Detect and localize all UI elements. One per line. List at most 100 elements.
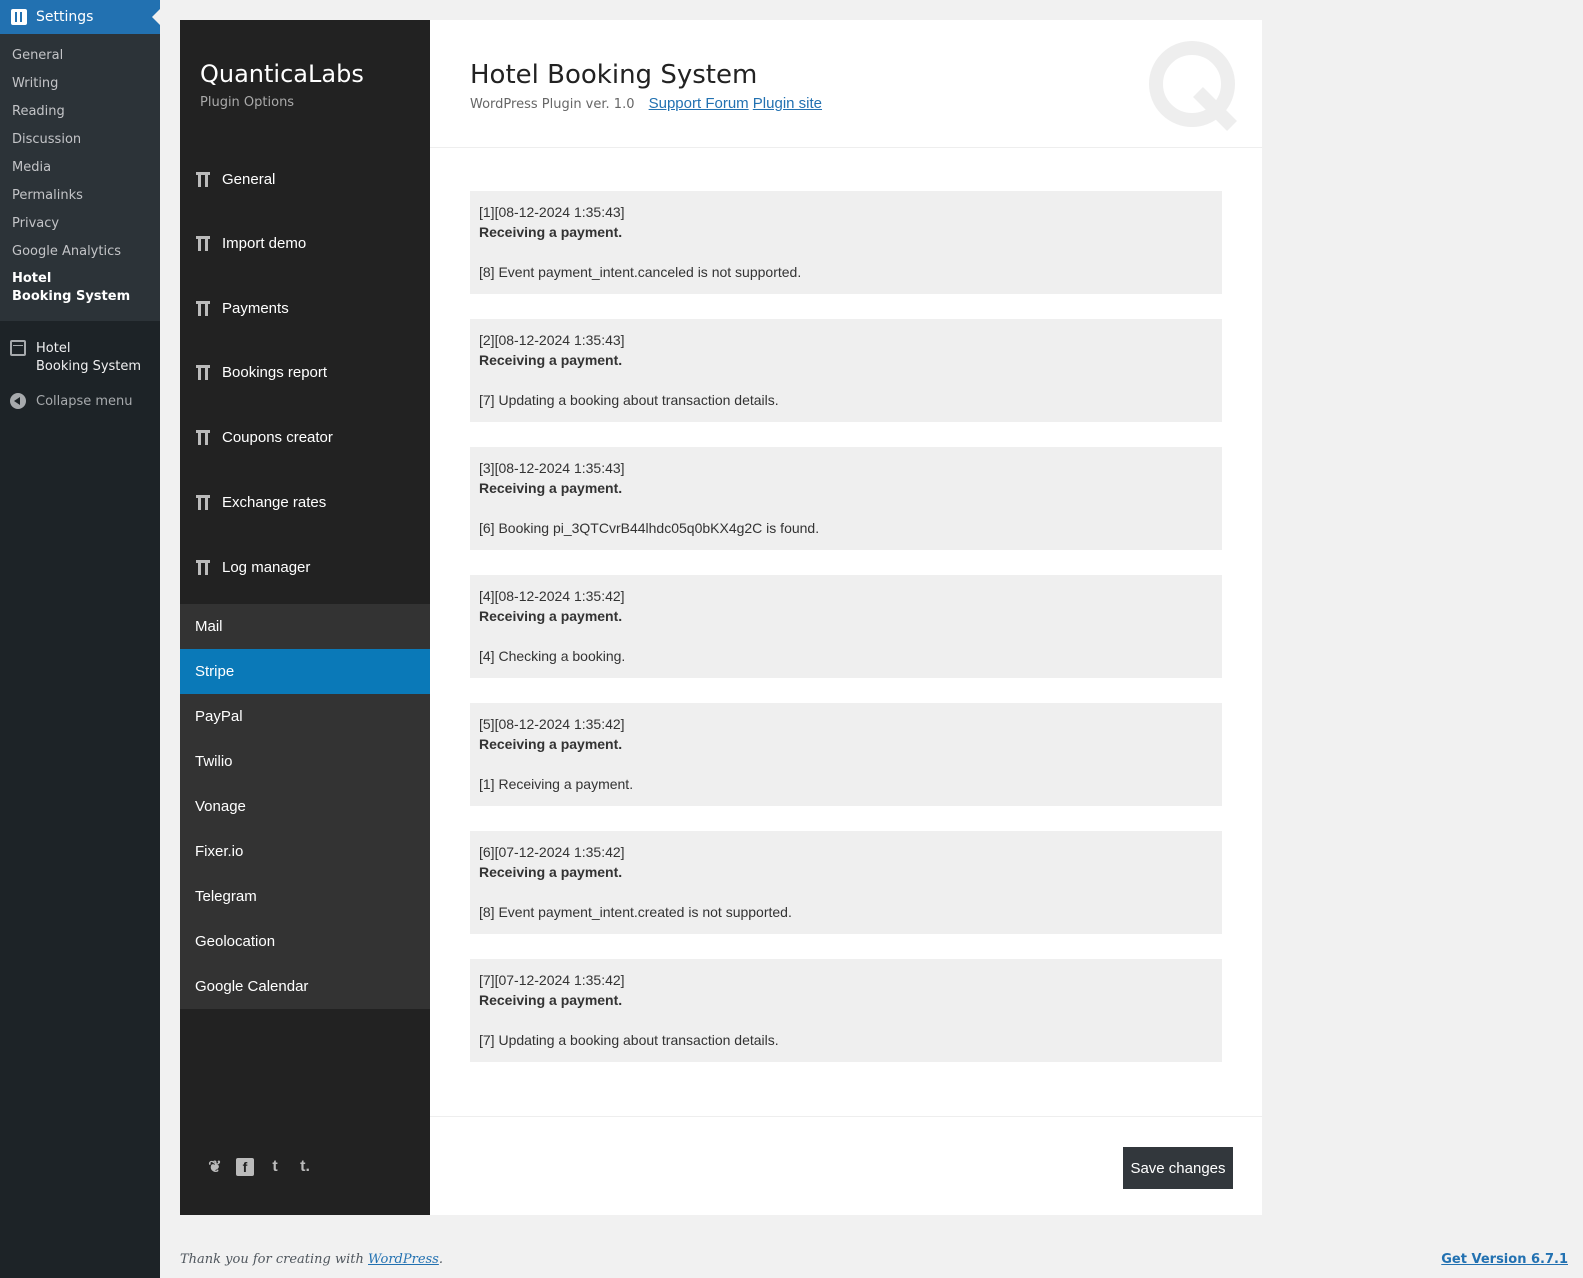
log-entry: [1][08-12-2024 1:35:43] Receiving a paym… bbox=[470, 191, 1222, 294]
log-message: [7] Updating a booking about transaction… bbox=[479, 392, 779, 408]
log-message: [8] Event payment_intent.canceled is not… bbox=[479, 264, 802, 280]
facebook-icon[interactable]: f bbox=[236, 1158, 254, 1176]
log-title: Receiving a payment. bbox=[479, 608, 623, 624]
nav-label: Exchange rates bbox=[222, 493, 327, 511]
log-message: [1] Receiving a payment. bbox=[479, 776, 634, 792]
envato-icon[interactable]: ❦ bbox=[206, 1158, 224, 1176]
nav-import-demo[interactable]: Import demo bbox=[180, 211, 430, 275]
log-tab-paypal[interactable]: PayPal bbox=[180, 694, 430, 739]
menu-hbs-line2: Booking System bbox=[36, 359, 142, 374]
log-tab-fixer[interactable]: Fixer.io bbox=[180, 829, 430, 874]
collapse-menu-button[interactable]: Collapse menu bbox=[10, 393, 133, 409]
log-tab-stripe[interactable]: Stripe bbox=[180, 649, 430, 694]
submenu-media[interactable]: Media bbox=[12, 160, 51, 175]
submenu-discussion[interactable]: Discussion bbox=[12, 132, 81, 147]
log-header: [2][08-12-2024 1:35:43] bbox=[479, 332, 625, 348]
nav-log-manager[interactable]: Log manager bbox=[180, 535, 430, 599]
nav-label: Coupons creator bbox=[222, 428, 333, 446]
tools-icon bbox=[195, 299, 211, 317]
tumblr-icon[interactable]: t. bbox=[296, 1158, 314, 1176]
nav-label: Bookings report bbox=[222, 363, 328, 381]
menu-hbs-label: Hotel Booking System bbox=[36, 340, 141, 376]
submenu-writing[interactable]: Writing bbox=[12, 76, 58, 91]
nav-exchange-rates[interactable]: Exchange rates bbox=[180, 470, 430, 534]
twitter-icon[interactable]: t bbox=[266, 1158, 284, 1176]
log-entry: [5][08-12-2024 1:35:42] Receiving a paym… bbox=[470, 703, 1222, 806]
log-header: [5][08-12-2024 1:35:42] bbox=[479, 716, 625, 732]
log-title: Receiving a payment. bbox=[479, 224, 623, 240]
social-links: ❦ f t t. bbox=[206, 1158, 314, 1176]
tools-icon bbox=[195, 170, 211, 188]
menu-settings-label: Settings bbox=[36, 9, 94, 25]
log-title: Receiving a payment. bbox=[479, 864, 623, 880]
page-title: Hotel Booking System bbox=[470, 60, 758, 90]
submenu-hotel-booking-system[interactable]: Hotel Booking System bbox=[12, 270, 130, 306]
log-title: Receiving a payment. bbox=[479, 480, 623, 496]
log-entry: [7][07-12-2024 1:35:42] Receiving a paym… bbox=[470, 959, 1222, 1062]
calendar-icon bbox=[10, 340, 26, 356]
tools-icon bbox=[195, 493, 211, 511]
menu-settings[interactable]: Settings bbox=[0, 0, 160, 34]
log-entry: [3][08-12-2024 1:35:43] Receiving a paym… bbox=[470, 447, 1222, 550]
save-changes-button[interactable]: Save changes bbox=[1123, 1147, 1233, 1189]
nav-label: General bbox=[222, 170, 276, 188]
nav-label: Payments bbox=[222, 299, 289, 317]
log-header: [7][07-12-2024 1:35:42] bbox=[479, 972, 625, 988]
plugin-site-link[interactable]: Plugin site bbox=[753, 95, 822, 112]
log-header: [6][07-12-2024 1:35:42] bbox=[479, 844, 625, 860]
settings-icon bbox=[11, 9, 27, 25]
log-tab-twilio[interactable]: Twilio bbox=[180, 739, 430, 784]
submenu-general[interactable]: General bbox=[12, 48, 63, 63]
log-manager-submenu: Mail Stripe PayPal Twilio Vonage Fixer.i… bbox=[180, 604, 430, 1009]
log-tab-mail[interactable]: Mail bbox=[180, 604, 430, 649]
menu-hotel-booking-system[interactable]: Hotel Booking System bbox=[0, 340, 160, 380]
support-forum-link[interactable]: Support Forum bbox=[649, 95, 749, 112]
log-header: [1][08-12-2024 1:35:43] bbox=[479, 204, 625, 220]
nav-label: Log manager bbox=[222, 558, 311, 576]
submenu-google-analytics[interactable]: Google Analytics bbox=[12, 244, 121, 259]
nav-payments[interactable]: Payments bbox=[180, 276, 430, 340]
plugin-version: WordPress Plugin ver. 1.0 bbox=[470, 97, 635, 112]
submenu-privacy[interactable]: Privacy bbox=[12, 216, 59, 231]
log-title: Receiving a payment. bbox=[479, 992, 623, 1008]
log-title: Receiving a payment. bbox=[479, 736, 623, 752]
log-header: [4][08-12-2024 1:35:42] bbox=[479, 588, 625, 604]
get-version-link[interactable]: Get Version 6.7.1 bbox=[1441, 1252, 1568, 1267]
collapse-arrow-icon bbox=[10, 393, 26, 409]
submenu-current-line2: Booking System bbox=[12, 289, 131, 304]
log-tab-telegram[interactable]: Telegram bbox=[180, 874, 430, 919]
log-tab-google-calendar[interactable]: Google Calendar bbox=[180, 964, 430, 1009]
log-message: [4] Checking a booking. bbox=[479, 648, 626, 664]
submenu-reading[interactable]: Reading bbox=[12, 104, 65, 119]
footer-thanks-text: Thank you for creating with bbox=[180, 1252, 364, 1267]
log-entry: [6][07-12-2024 1:35:42] Receiving a paym… bbox=[470, 831, 1222, 934]
menu-hbs-line1: Hotel bbox=[36, 341, 71, 356]
brand-title: QuanticaLabs bbox=[200, 60, 364, 88]
submenu-current-line1: Hotel bbox=[12, 271, 52, 286]
log-entry: [4][08-12-2024 1:35:42] Receiving a paym… bbox=[470, 575, 1222, 678]
wordpress-link[interactable]: WordPress bbox=[368, 1252, 439, 1267]
wp-admin-sidebar: Settings General Writing Reading Discuss… bbox=[0, 0, 160, 1278]
submenu-permalinks[interactable]: Permalinks bbox=[12, 188, 83, 203]
log-tab-vonage[interactable]: Vonage bbox=[180, 784, 430, 829]
log-header: [3][08-12-2024 1:35:43] bbox=[479, 460, 625, 476]
tools-icon bbox=[195, 558, 211, 576]
log-title: Receiving a payment. bbox=[479, 352, 623, 368]
log-message: [8] Event payment_intent.created is not … bbox=[479, 904, 792, 920]
log-tab-geolocation[interactable]: Geolocation bbox=[180, 919, 430, 964]
tools-icon bbox=[195, 428, 211, 446]
tools-icon bbox=[195, 234, 211, 252]
log-message: [6] Booking pi_3QTCvrB44lhdc05q0bKX4g2C … bbox=[479, 520, 820, 536]
page-header: Hotel Booking System WordPress Plugin ve… bbox=[430, 20, 1262, 148]
wp-footer-thanks: Thank you for creating with WordPress. bbox=[180, 1252, 443, 1267]
nav-general[interactable]: General bbox=[180, 147, 430, 211]
tools-icon bbox=[195, 363, 211, 381]
main-content: Hotel Booking System WordPress Plugin ve… bbox=[430, 20, 1262, 1215]
current-menu-arrow bbox=[152, 9, 160, 25]
nav-bookings-report[interactable]: Bookings report bbox=[180, 340, 430, 404]
nav-coupons-creator[interactable]: Coupons creator bbox=[180, 405, 430, 469]
plugin-meta: WordPress Plugin ver. 1.0 Support Forum … bbox=[470, 95, 822, 112]
brand-subtitle: Plugin Options bbox=[200, 95, 295, 110]
log-entry: [2][08-12-2024 1:35:43] Receiving a paym… bbox=[470, 319, 1222, 422]
plugin-nav: QuanticaLabs Plugin Options General Impo… bbox=[180, 20, 430, 1215]
